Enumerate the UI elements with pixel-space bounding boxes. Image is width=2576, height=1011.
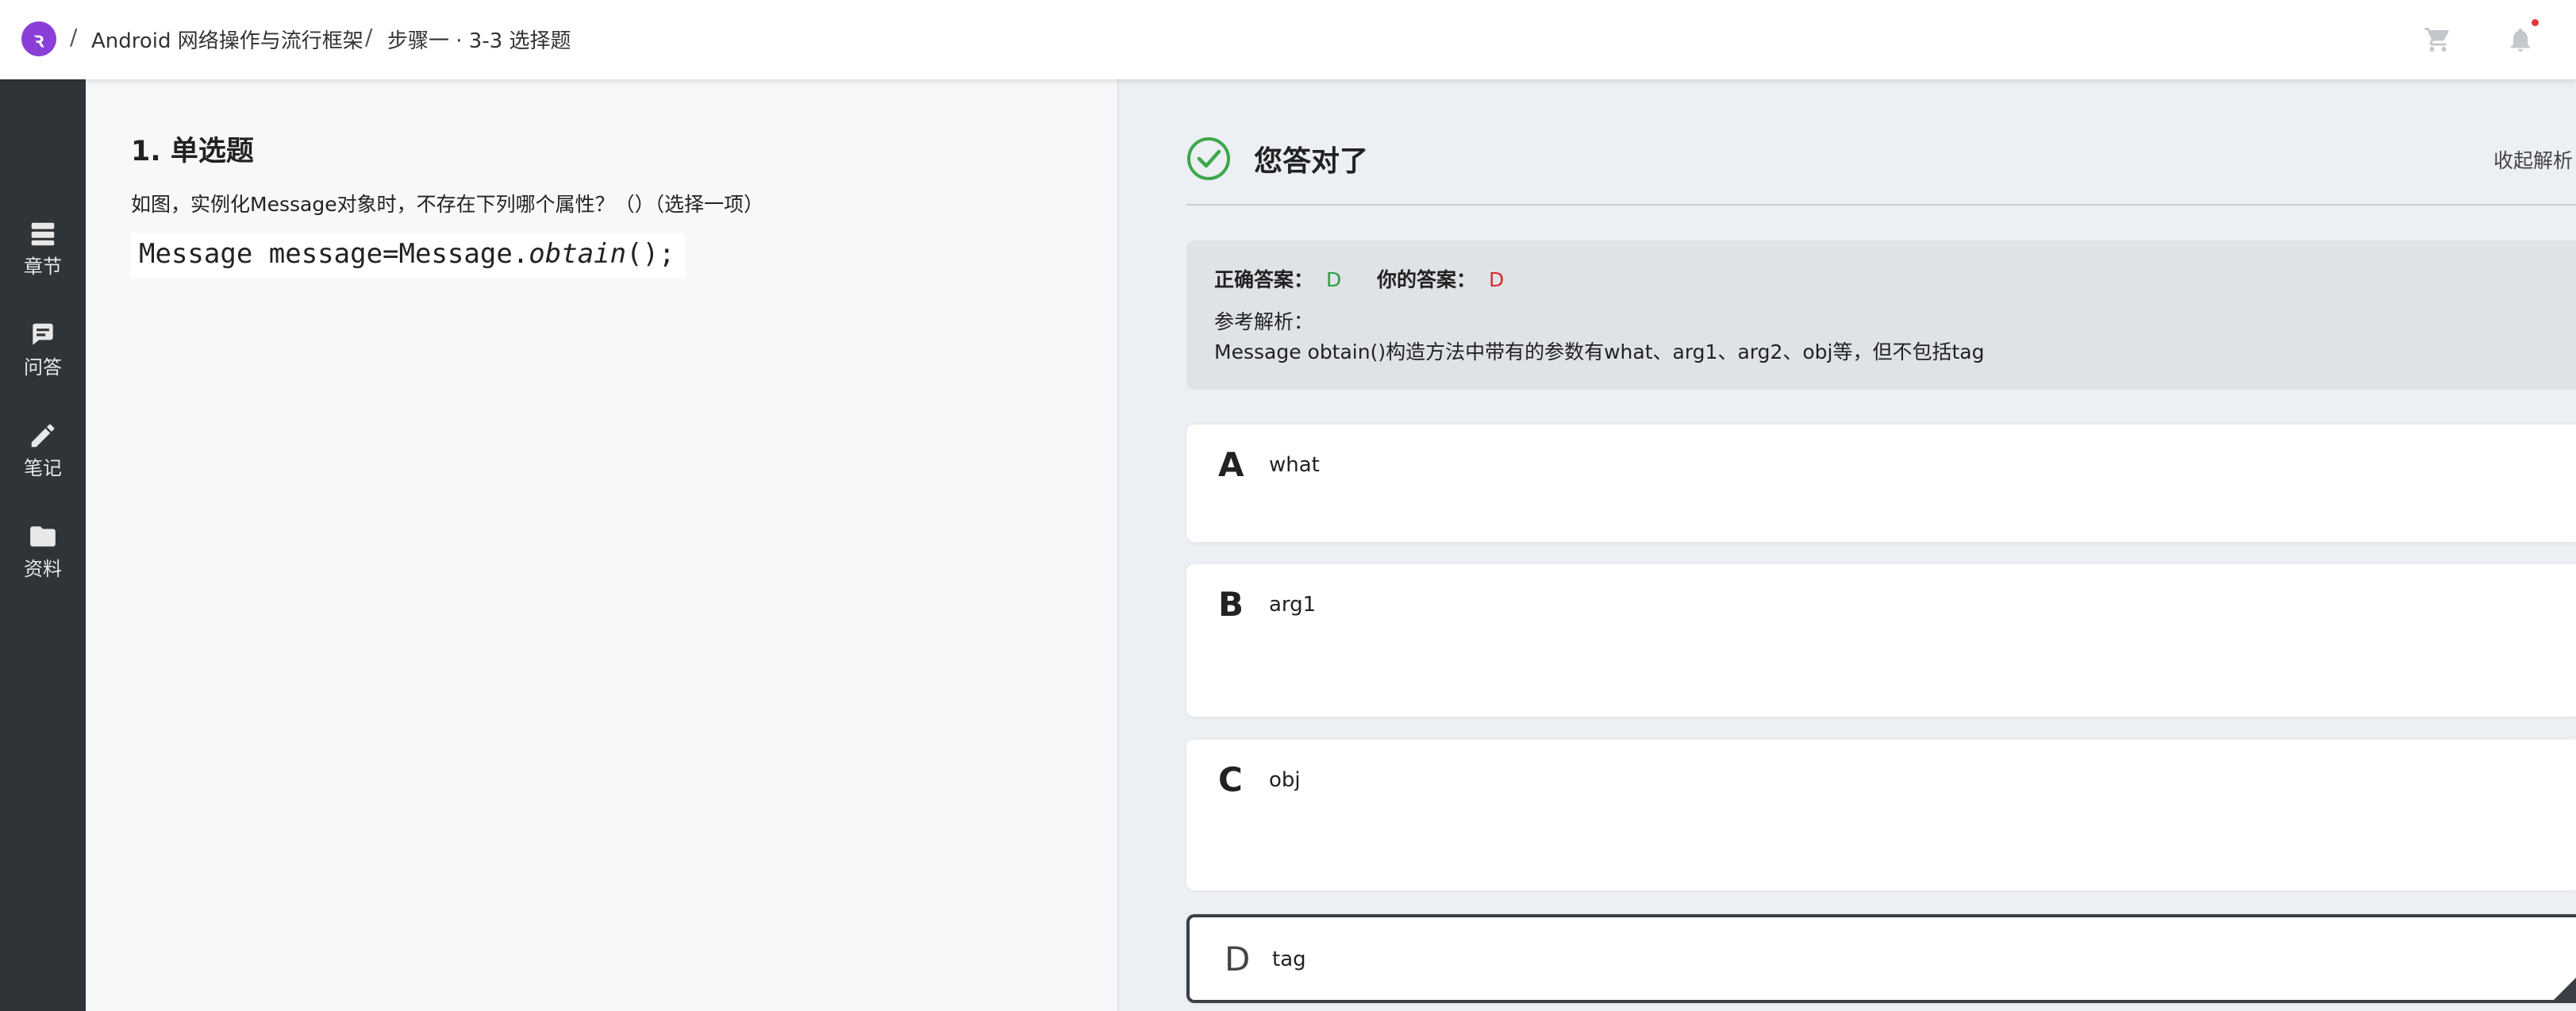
code-method: obtain <box>529 238 627 270</box>
question-title: 1. 单选题 <box>131 136 254 167</box>
selected-corner-mark <box>2554 978 2576 1000</box>
result-status: 您答对了 <box>1254 145 1369 178</box>
sidebar-item-chapters[interactable]: 章节 <box>0 219 86 298</box>
code-snippet: Message message=Message.obtain(); <box>131 233 685 278</box>
breadcrumb-separator: / <box>365 24 373 50</box>
option-letter: C <box>1218 760 1243 799</box>
reference-label: 参考解析： <box>1214 310 1314 333</box>
correct-answer-value: D <box>1325 268 1342 291</box>
code-suffix: (); <box>626 238 675 270</box>
sidebar-item-qa[interactable]: 问答 <box>0 320 86 399</box>
cart-icon[interactable] <box>2424 25 2452 54</box>
folder-icon <box>30 526 56 547</box>
chapters-icon <box>31 222 55 246</box>
collapse-analysis-link[interactable]: 收起解析 <box>2493 145 2573 174</box>
option-letter: A <box>1218 445 1244 484</box>
breadcrumb-separator: / <box>70 24 78 50</box>
sidebar-item-label: 笔记 <box>24 457 62 479</box>
option-text: what <box>1269 453 1320 477</box>
analysis-box: 正确答案： D 你的答案： D 参考解析： Message obtain()构造… <box>1186 240 2576 390</box>
notification-dot <box>2532 19 2539 26</box>
sidebar-item-label: 资料 <box>24 558 62 580</box>
code-prefix: Message message=Message. <box>139 238 529 270</box>
option-letter: B <box>1218 585 1244 624</box>
top-bar: ꝛ / Android 网络操作与流行框架 / 步骤一 · 3-3 选择题 <box>0 0 2576 79</box>
logo-icon[interactable]: ꝛ <box>21 21 56 56</box>
option-d[interactable]: D tag <box>1186 914 2576 1003</box>
breadcrumb-step: 步骤一 · 3-3 选择题 <box>387 29 571 53</box>
qa-icon <box>33 323 53 345</box>
option-text: obj <box>1269 768 1301 792</box>
result-divider <box>1186 204 2576 206</box>
option-b[interactable]: B arg1 <box>1186 564 2576 717</box>
option-text: arg1 <box>1269 593 1317 617</box>
breadcrumb-course[interactable]: Android 网络操作与流行框架 <box>91 25 363 54</box>
option-c[interactable]: C obj <box>1186 740 2576 890</box>
question-panel: 1. 单选题 如图，实例化Message对象时，不存在下列哪个属性？（）（选择一… <box>86 79 1117 1011</box>
your-answer-label: 你的答案： <box>1377 268 1477 291</box>
reference-text: Message obtain()构造方法中带有的参数有what、arg1、arg… <box>1214 340 1985 363</box>
check-circle-icon <box>1187 137 1230 180</box>
sidebar-item-label: 章节 <box>24 256 62 278</box>
correct-answer-label: 正确答案： <box>1214 268 1314 291</box>
sidebar-item-materials[interactable]: 资料 <box>0 521 86 601</box>
question-text: 如图，实例化Message对象时，不存在下列哪个属性？（）（选择一项） <box>131 193 764 216</box>
sidebar: 章节 问答 笔记 资料 <box>0 79 86 1011</box>
option-letter: D <box>1225 940 1251 978</box>
notes-icon <box>31 424 55 448</box>
your-answer-value: D <box>1488 268 1505 291</box>
sidebar-item-label: 问答 <box>24 356 62 379</box>
option-text: tag <box>1272 948 1306 971</box>
sidebar-item-notes[interactable]: 笔记 <box>0 421 86 500</box>
bell-icon[interactable] <box>2506 25 2535 54</box>
option-a[interactable]: A what <box>1186 425 2576 542</box>
